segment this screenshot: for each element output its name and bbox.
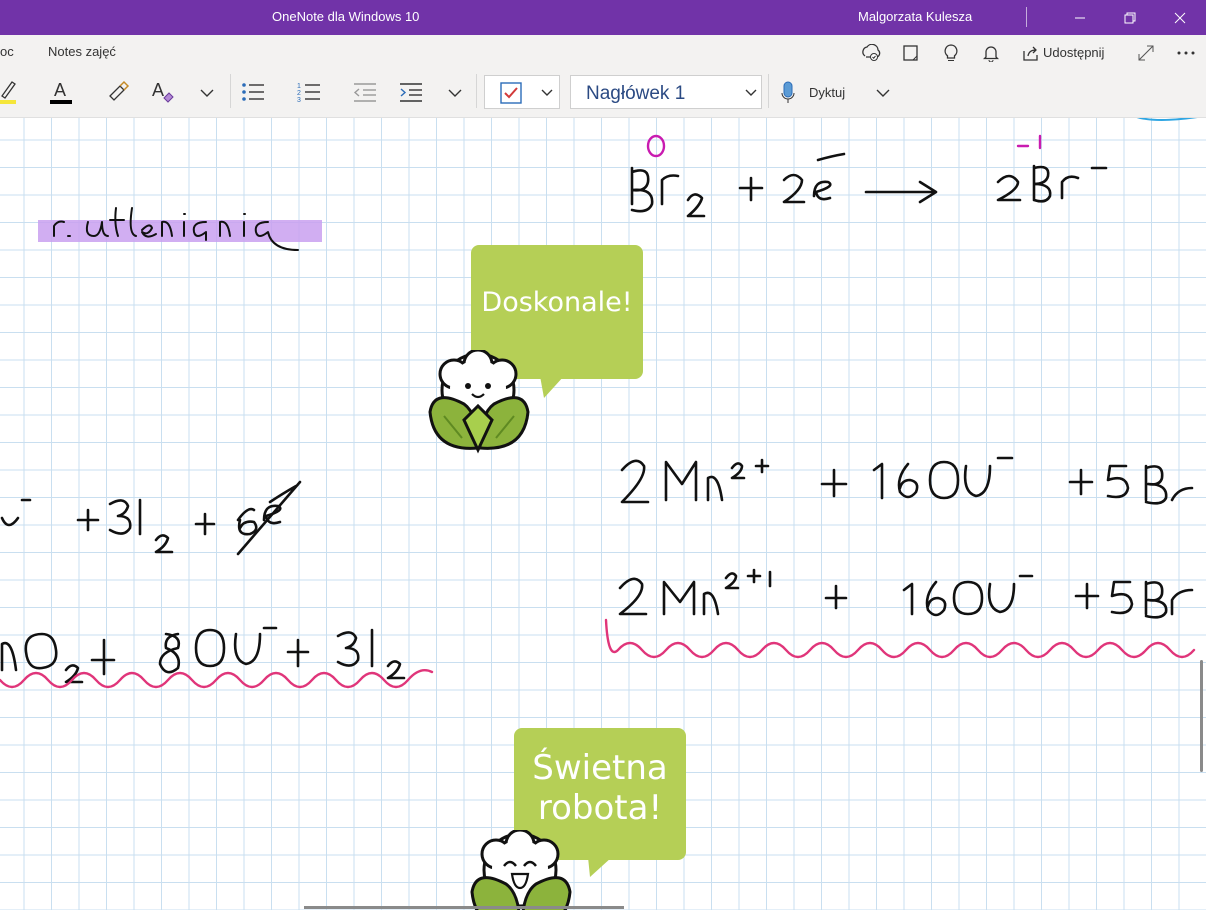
lightbulb-icon[interactable] [940, 42, 962, 64]
horizontal-scrollbar[interactable] [304, 906, 624, 909]
microphone-icon[interactable] [778, 80, 798, 106]
chevron-down-icon[interactable] [198, 84, 216, 102]
svg-text:2: 2 [297, 90, 301, 97]
wavy-underline-left [0, 669, 434, 689]
minimize-button[interactable] [1058, 0, 1102, 35]
style-value: Nagłówek 1 [586, 83, 686, 104]
chevron-down-icon [743, 86, 759, 100]
vertical-scrollbar[interactable] [1200, 660, 1203, 772]
user-name[interactable]: Malgorzata Kulesza [858, 9, 972, 24]
cauliflower-mascot-icon [470, 830, 572, 910]
toolbar-separator [768, 74, 769, 108]
todo-checkbox-icon [499, 81, 523, 105]
equation-iodine-left [0, 480, 302, 556]
svg-text:3: 3 [297, 97, 301, 104]
heading-style-dropdown[interactable]: Nagłówek 1 [570, 75, 762, 109]
sync-icon[interactable] [860, 42, 882, 64]
cauliflower-mascot-icon [428, 350, 530, 454]
font-color-icon[interactable]: A [48, 78, 74, 106]
more-options-icon[interactable] [1175, 42, 1197, 64]
close-button[interactable] [1158, 0, 1202, 35]
sticker-text-line1: Świetna [532, 748, 668, 788]
dictate-button[interactable]: Dyktuj [809, 85, 845, 100]
sticker-text: Doskonale! [481, 287, 633, 318]
toolbar-separator [476, 74, 477, 108]
equation-manganese-left [0, 626, 406, 684]
equation-manganese-right-2 [618, 568, 1194, 619]
format-painter-icon[interactable] [106, 80, 130, 104]
share-icon[interactable] [1020, 42, 1042, 64]
decrease-indent-icon[interactable] [352, 80, 378, 104]
share-button[interactable]: Udostępnij [1043, 45, 1104, 60]
svg-text:A: A [54, 80, 66, 100]
increase-indent-icon[interactable] [398, 80, 424, 104]
equation-bromine [630, 152, 1108, 218]
note-canvas[interactable]: Doskonale! Świetna robota! [0, 118, 1206, 910]
app-title: OneNote dla Windows 10 [272, 9, 420, 24]
numbered-list-icon[interactable]: 123 [296, 80, 322, 104]
chevron-down-icon [539, 85, 555, 101]
svg-text:1: 1 [297, 83, 301, 90]
svg-text:A: A [152, 80, 164, 100]
bullet-list-icon[interactable] [240, 80, 266, 104]
speech-tail [588, 857, 612, 877]
minimize-icon [1075, 17, 1085, 18]
toolbar-separator [230, 74, 231, 108]
close-icon [1174, 12, 1186, 23]
speech-tail [540, 376, 564, 398]
restore-icon [1124, 12, 1136, 23]
highlight-mark [38, 220, 322, 242]
tab-class-notebook[interactable]: Notes zajęć [48, 44, 116, 59]
text-effects-icon[interactable]: A [150, 78, 176, 106]
tag-selector[interactable] [484, 75, 560, 109]
restore-button[interactable] [1108, 0, 1152, 35]
pages-icon[interactable] [900, 42, 922, 64]
equation-manganese-right-1 [620, 456, 1194, 505]
wavy-underline-right [604, 618, 1196, 659]
tab-partial[interactable]: oc [0, 44, 14, 59]
fullscreen-icon[interactable] [1135, 42, 1157, 64]
chevron-down-icon[interactable] [874, 84, 892, 102]
title-separator [1026, 7, 1027, 27]
highlighter-icon[interactable] [0, 80, 20, 106]
bell-icon[interactable] [980, 42, 1002, 64]
sticker-text-line2: robota! [537, 788, 663, 828]
chevron-down-icon[interactable] [446, 84, 464, 102]
title-bar: OneNote dla Windows 10 Malgorzata Kulesz… [0, 0, 1206, 35]
